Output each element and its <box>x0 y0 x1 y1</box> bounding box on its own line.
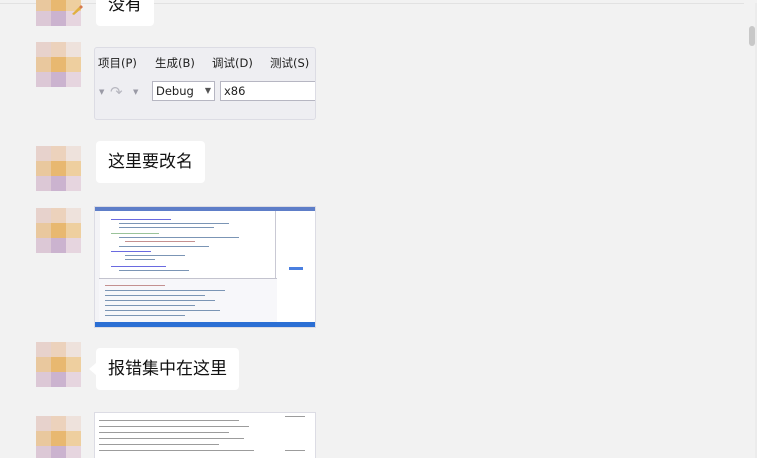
menu-item: 调试(D) <box>212 56 253 70</box>
error-log-screenshot-image[interactable] <box>94 412 316 458</box>
avatar[interactable] <box>36 42 81 87</box>
ide-screenshot-image[interactable] <box>94 206 316 328</box>
dropdown-arrow-icon: ▼ <box>133 88 139 96</box>
ide-error-list <box>99 278 277 324</box>
redo-icon: ↷ <box>110 83 123 101</box>
avatar[interactable] <box>36 146 81 191</box>
scrollbar-thumb[interactable] <box>749 26 755 46</box>
message-text: 没有 <box>108 0 142 15</box>
chat-message-list[interactable]: 没有 项目(P) 生成(B) 调试(D) 测试(S) ▼ ↷ ▼ Debug ▼… <box>0 0 757 458</box>
avatar[interactable] <box>36 342 81 387</box>
ide-panel-divider <box>275 211 276 281</box>
message-text: 这里要改名 <box>108 152 193 172</box>
toolbar-row: ▼ ↷ ▼ Debug ▼ x86 <box>95 81 315 103</box>
menu-item: 项目(P) <box>98 56 137 70</box>
platform-dropdown: x86 <box>220 81 315 101</box>
toolbar-screenshot-image[interactable]: 项目(P) 生成(B) 调试(D) 测试(S) ▼ ↷ ▼ Debug ▼ x8… <box>94 47 316 120</box>
chevron-down-icon: ▼ <box>204 86 211 95</box>
menu-item: 测试(S) <box>270 56 310 70</box>
bubble-tail <box>89 363 96 375</box>
pencil-icon <box>70 0 84 15</box>
ide-accent <box>289 267 303 270</box>
ide-code-area <box>105 215 275 275</box>
menu-item: 生成(B) <box>155 56 195 70</box>
message-bubble[interactable]: 报错集中在这里 <box>96 348 239 390</box>
ide-statusbar <box>95 322 315 327</box>
configuration-value: Debug <box>156 84 194 98</box>
message-bubble[interactable]: 这里要改名 <box>96 141 205 183</box>
message-bubble[interactable]: 没有 <box>96 0 154 26</box>
ide-titlebar <box>95 207 315 211</box>
dropdown-arrow-icon: ▼ <box>99 88 105 96</box>
message-text: 报错集中在这里 <box>108 359 227 379</box>
avatar[interactable] <box>36 416 81 458</box>
platform-value: x86 <box>224 84 246 98</box>
avatar[interactable] <box>36 208 81 253</box>
configuration-dropdown: Debug ▼ <box>152 81 215 101</box>
